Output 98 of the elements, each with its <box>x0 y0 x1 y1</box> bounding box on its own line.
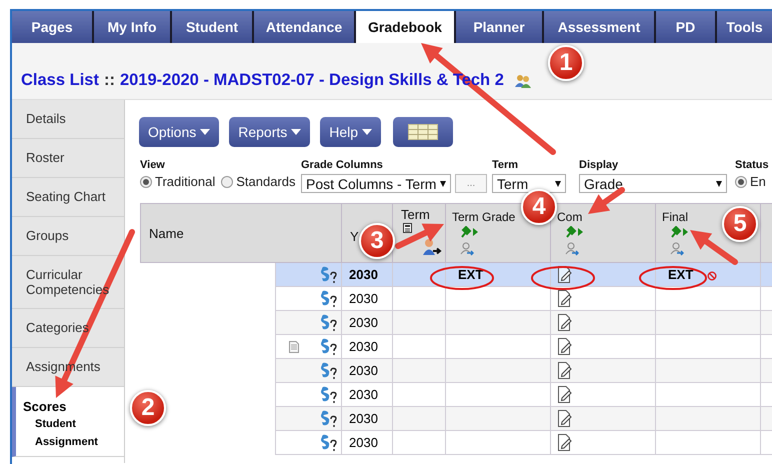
user-help-icon[interactable] <box>319 362 339 380</box>
table-row[interactable]: 2030 <box>140 286 772 310</box>
header-label: Name <box>149 226 184 241</box>
nav-tab[interactable]: Student <box>172 11 252 43</box>
user-help-icon[interactable] <box>319 338 339 356</box>
nav-tab[interactable]: Pages <box>12 11 92 43</box>
filter-label: View <box>140 159 166 171</box>
caret-icon <box>291 129 302 135</box>
user-search-icon[interactable] <box>565 242 579 256</box>
radio-button[interactable] <box>221 176 234 188</box>
sidebar-subitem[interactable]: Assignment <box>23 435 98 450</box>
term-dropdown[interactable]: Term <box>492 174 566 193</box>
nav-tab[interactable]: Planner <box>456 11 542 43</box>
title-separator: :: <box>104 71 115 90</box>
header-label: Com <box>557 210 582 224</box>
header-label: Term <box>401 207 430 222</box>
comment-edit-icon[interactable] <box>558 434 572 452</box>
comment-edit-icon[interactable] <box>558 410 572 428</box>
nav-tab[interactable]: Gradebook <box>356 11 454 43</box>
nav-tab[interactable]: My Info <box>94 11 170 43</box>
sidebar-item[interactable]: Details <box>12 100 124 139</box>
table-row[interactable]: 2030 EXT EXT <box>140 262 772 286</box>
calculator-icon[interactable] <box>403 223 412 233</box>
user-export-icon[interactable] <box>422 238 442 256</box>
post-icon[interactable] <box>460 226 480 238</box>
comment-edit-icon[interactable] <box>558 314 572 332</box>
sidebar-label: Scores <box>23 399 66 414</box>
menu-button[interactable]: Options <box>139 117 220 147</box>
user-help-icon[interactable] <box>319 290 339 308</box>
table-row[interactable]: 2030 <box>140 358 772 382</box>
radio-label: Standards <box>236 174 296 189</box>
radio-label: En <box>750 174 766 189</box>
note-icon[interactable] <box>289 340 299 352</box>
radio-label: Traditional <box>155 174 216 189</box>
table-cell: 2030 <box>342 358 392 382</box>
people-icon[interactable] <box>514 74 531 88</box>
sidebar-item[interactable]: Seating Chart <box>12 178 124 217</box>
nav-tab[interactable]: PD <box>656 11 715 43</box>
table-row[interactable]: 2030 <box>140 310 772 334</box>
table-cell: 2030 <box>342 406 392 430</box>
sidebar-item[interactable]: Scores Student Assignment <box>12 387 124 457</box>
sidebar-label: Details <box>26 111 66 126</box>
filter-label: Grade Columns <box>301 159 384 171</box>
filter-label: Display <box>579 159 620 171</box>
table-cell: 2030 <box>342 382 392 406</box>
grade-value: EXT <box>458 267 484 282</box>
post-icon[interactable] <box>565 226 585 238</box>
nav-tab[interactable]: Tools <box>717 11 772 43</box>
highlight-ellipse <box>531 266 595 290</box>
highlight-ellipse <box>430 266 494 290</box>
post-icon[interactable] <box>670 226 690 238</box>
table-icon <box>408 124 438 140</box>
user-search-icon[interactable] <box>460 242 474 256</box>
comment-edit-icon[interactable] <box>558 362 572 380</box>
display-dropdown[interactable]: Grade <box>579 174 727 193</box>
user-help-icon[interactable] <box>319 314 339 332</box>
nav-tab[interactable]: Attendance <box>254 11 354 43</box>
sidebar-item[interactable]: Groups <box>12 217 124 256</box>
radio-button[interactable] <box>735 176 747 188</box>
nav-tab[interactable]: Assessment <box>544 11 654 43</box>
header-label: Final <box>662 210 688 224</box>
comment-edit-icon[interactable] <box>558 386 572 404</box>
user-help-icon[interactable] <box>319 266 339 284</box>
caret-icon <box>362 129 372 135</box>
sidebar-item[interactable]: Roster <box>12 139 124 178</box>
user-help-icon[interactable] <box>319 410 339 428</box>
table-cell: 2030 <box>342 262 392 286</box>
menu-button[interactable]: Reports <box>229 117 310 147</box>
comment-edit-icon[interactable] <box>558 290 572 308</box>
callout-arrow <box>690 230 738 265</box>
table-cell: 2030 <box>342 310 392 334</box>
grade-value: EXT <box>668 267 694 282</box>
radio-button[interactable] <box>140 176 152 188</box>
user-help-icon[interactable] <box>319 434 339 452</box>
user-search-icon[interactable] <box>670 242 684 256</box>
page-title: Class List <box>21 71 99 90</box>
caret-icon <box>200 129 210 135</box>
highlight-ellipse <box>639 266 707 290</box>
prohibited-icon[interactable] <box>707 270 718 281</box>
grade-columns-dropdown[interactable]: Post Columns - Term <box>301 174 451 193</box>
table-cell: 2030 <box>342 334 392 358</box>
menu-button[interactable]: Help <box>320 117 382 147</box>
sidebar-label: Seating Chart <box>26 189 106 204</box>
sidebar-label: Roster <box>26 150 64 165</box>
filter-label: Status <box>735 159 769 171</box>
sidebar-label: Groups <box>26 228 69 243</box>
callout-arrow <box>395 224 444 249</box>
header-label: Y <box>350 229 359 244</box>
table-row[interactable]: 2030 <box>140 334 772 358</box>
table-cell: 2030 <box>342 286 392 310</box>
sidebar-subitem[interactable]: Student <box>23 417 76 432</box>
table-row[interactable]: 2030 <box>140 430 772 454</box>
table-cell: 2030 <box>342 430 392 454</box>
grid-button[interactable] <box>393 117 454 147</box>
header-label: Term Grade <box>452 210 516 224</box>
comment-edit-icon[interactable] <box>558 338 572 356</box>
filter-label: Term <box>492 159 520 171</box>
user-help-icon[interactable] <box>319 386 339 404</box>
